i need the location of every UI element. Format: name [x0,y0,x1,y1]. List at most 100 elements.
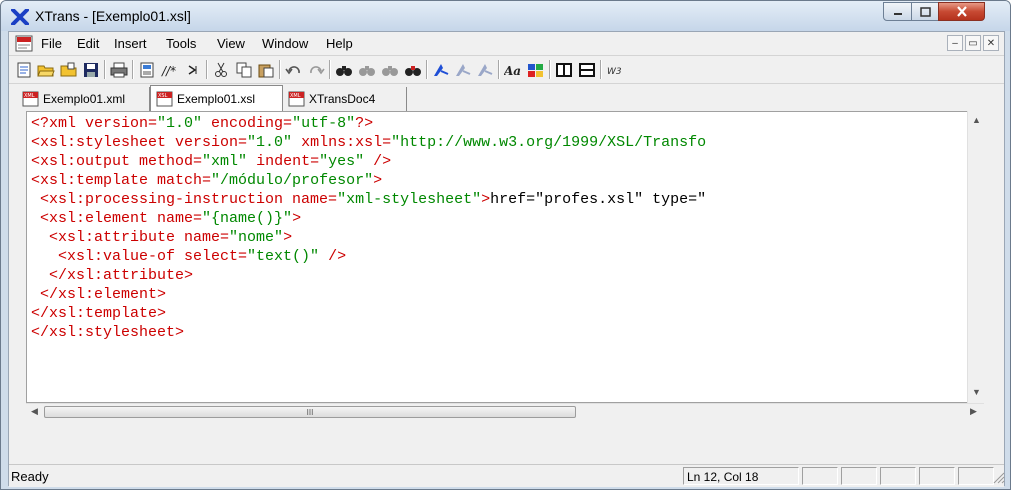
horizontal-scroll-thumb[interactable]: III [44,406,576,418]
comment-button[interactable]: //* [160,60,180,79]
open-button[interactable] [36,60,56,79]
xml-file-icon: XML [22,91,39,107]
code-content[interactable]: <?xml version="1.0" encoding="utf-8"?> <x… [31,114,706,342]
copy-button[interactable] [234,60,254,79]
code-token: "utf-8" [292,115,356,132]
code-token: /> [364,153,392,170]
minimize-button[interactable] [883,2,912,21]
xsl-file-icon: XSL [156,91,173,106]
color-button[interactable] [526,60,546,79]
save-button[interactable] [81,60,101,79]
find-button[interactable] [334,60,354,79]
tab-exemplo01-xsl[interactable]: XSL Exemplo01.xsl [150,85,283,111]
code-token: name= [292,191,338,208]
minimize-icon: – [952,37,958,49]
close-button[interactable] [938,2,985,21]
menu-insert[interactable]: Insert [114,36,147,51]
find-next-button[interactable] [357,60,377,79]
toolbar-separator [104,60,106,79]
transform-icon [434,63,449,76]
comment-icon: //* [161,64,176,78]
menu-window[interactable]: Window [262,36,308,51]
new-button[interactable] [14,60,34,79]
toolbar-separator [132,60,134,79]
document-menu-icon[interactable] [15,35,33,52]
paste-button[interactable] [256,60,276,79]
tab-xtransdoc4[interactable]: XML XTransDoc4 [283,87,407,111]
title-bar[interactable]: XTrans - [Exemplo01.xsl] [1,1,1010,31]
code-line[interactable]: <xsl:output method="xml" indent="yes" /> [31,152,706,171]
indent-icon [188,64,197,75]
color-icon [528,63,543,77]
scroll-right-icon[interactable]: ▶ [970,406,977,417]
split-horizontal-icon [579,62,595,77]
w3-icon: W3 [607,67,622,77]
code-line[interactable]: <?xml version="1.0" encoding="utf-8"?> [31,114,706,133]
code-token: "text()" [247,248,320,265]
tab-exemplo01-xml[interactable]: XML Exemplo01.xml [17,87,150,111]
undo-button[interactable] [284,60,304,79]
toolbar-separator [279,60,281,79]
transform-all-button[interactable] [453,60,473,79]
code-line[interactable]: <xsl:processing-instruction name="xml-st… [31,190,706,209]
open-folder-button[interactable] [59,60,79,79]
font-icon: Aa [504,64,521,78]
vertical-scrollbar[interactable]: ▲ ▼ [967,111,984,403]
mdi-restore-button[interactable]: ▭ [965,35,981,51]
code-token: href="profes.xsl" type=" [490,191,707,208]
code-token: > [373,172,383,189]
tab-label: Exemplo01.xml [43,92,126,106]
code-line[interactable]: </xsl:element> [31,285,706,304]
w3-button[interactable]: W3 [605,60,625,79]
svg-text:XSL: XSL [158,93,168,99]
menu-tools[interactable]: Tools [166,36,196,51]
toolbar-separator [498,60,500,79]
maximize-button[interactable] [911,2,939,21]
code-line[interactable]: <xsl:attribute name="nome"> [31,228,706,247]
scroll-down-icon[interactable]: ▼ [972,387,981,397]
redo-icon [310,65,325,74]
code-line[interactable]: <xsl:element name="{name()}"> [31,209,706,228]
replace-button[interactable] [403,60,423,79]
transform-options-icon [478,63,493,76]
properties-button[interactable] [137,60,157,79]
cut-button[interactable] [211,60,231,79]
tab-label: Exemplo01.xsl [177,91,256,106]
code-token: select= [184,248,248,265]
code-editor[interactable]: <?xml version="1.0" encoding="utf-8"?> <x… [26,111,984,403]
code-line[interactable]: <xsl:template match="/módulo/profesor"> [31,171,706,190]
code-line[interactable]: <xsl:value-of select="text()" /> [31,247,706,266]
code-token: <xsl:stylesheet [31,134,176,151]
resize-grip-icon[interactable] [991,470,1005,484]
horizontal-scrollbar[interactable]: ◀ III ▶ [26,403,984,420]
split-vertical-button[interactable] [554,60,574,79]
mdi-minimize-button[interactable]: – [947,35,963,51]
code-line[interactable]: </xsl:attribute> [31,266,706,285]
transform-options-button[interactable] [475,60,495,79]
menu-help[interactable]: Help [326,36,353,51]
split-horizontal-button[interactable] [577,60,597,79]
menu-bar: File Edit Insert Tools View Window Help … [9,32,1004,56]
transform-button[interactable] [431,60,451,79]
indent-button[interactable] [183,60,203,79]
find-prev-button[interactable] [380,60,400,79]
code-token: </xsl:attribute> [31,267,194,284]
menu-view[interactable]: View [217,36,245,51]
code-token: "1.0" [157,115,203,132]
font-button[interactable]: Aa [503,60,523,79]
code-line[interactable]: </xsl:stylesheet> [31,323,706,342]
scroll-grip-icon: III [306,407,314,417]
menu-file[interactable]: File [41,36,62,51]
code-line[interactable]: <xsl:stylesheet version="1.0" xmlns:xsl=… [31,133,706,152]
menu-edit[interactable]: Edit [77,36,99,51]
code-token: name= [157,210,203,227]
mdi-close-button[interactable]: ✕ [983,35,999,51]
close-icon [956,6,967,17]
scroll-up-icon[interactable]: ▲ [972,115,981,125]
scroll-left-icon[interactable]: ◀ [31,406,38,417]
toolbar: //* Aa W3 [9,56,1004,84]
code-token: indent= [247,153,320,170]
redo-button[interactable] [306,60,326,79]
code-line[interactable]: </xsl:template> [31,304,706,323]
print-button[interactable] [109,60,129,79]
